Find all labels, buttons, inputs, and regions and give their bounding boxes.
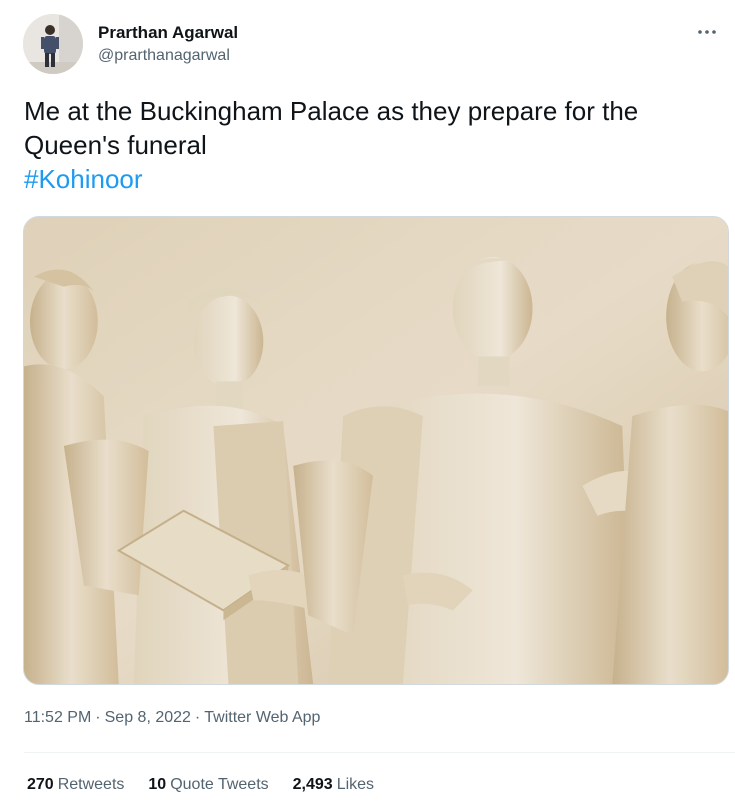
meta-separator: · — [95, 709, 101, 726]
retweets-stat[interactable]: 270 Retweets — [27, 776, 124, 794]
tweet-date[interactable]: Sep 8, 2022 — [105, 709, 191, 726]
likes-count: 2,493 — [292, 776, 333, 793]
tweet-text-line-1: Me at the Buckingham Palace as they prep… — [24, 96, 639, 126]
quote-tweets-count: 10 — [148, 776, 167, 793]
tweet-card: Prarthan Agarwal @prarthanagarwal Me at … — [0, 0, 735, 801]
retweets-count: 270 — [27, 776, 54, 793]
meta-separator: · — [194, 709, 201, 726]
avatar-image — [23, 14, 83, 74]
tweet-media-image[interactable] — [23, 216, 729, 685]
tweet-text-line-2: Queen's funeral — [24, 130, 207, 160]
tweet-metadata: 11:52 PM · Sep 8, 2022 · Twitter Web App — [24, 709, 320, 727]
likes-stat[interactable]: 2,493 Likes — [293, 776, 374, 794]
author-handle[interactable]: @prarthanagarwal — [98, 47, 230, 65]
tweet-time[interactable]: 11:52 PM — [24, 709, 91, 726]
more-dots-icon — [698, 30, 716, 34]
more-options-button[interactable] — [695, 22, 719, 42]
likes-label: Likes — [336, 776, 375, 793]
engagement-stats: 270 Retweets 10 Quote Tweets 2,493 Likes — [27, 776, 374, 794]
avatar[interactable] — [23, 14, 83, 74]
author-display-name[interactable]: Prarthan Agarwal — [98, 23, 238, 43]
quote-tweets-stat[interactable]: 10 Quote Tweets — [148, 776, 268, 794]
hashtag-link[interactable]: #Kohinoor — [24, 162, 714, 196]
tweet-text: Me at the Buckingham Palace as they prep… — [24, 94, 714, 196]
quote-tweets-label: Quote Tweets — [170, 776, 269, 793]
tweet-source[interactable]: Twitter Web App — [204, 709, 320, 726]
retweets-label: Retweets — [57, 776, 125, 793]
divider — [24, 752, 735, 753]
statue-relief-photo — [24, 217, 728, 684]
